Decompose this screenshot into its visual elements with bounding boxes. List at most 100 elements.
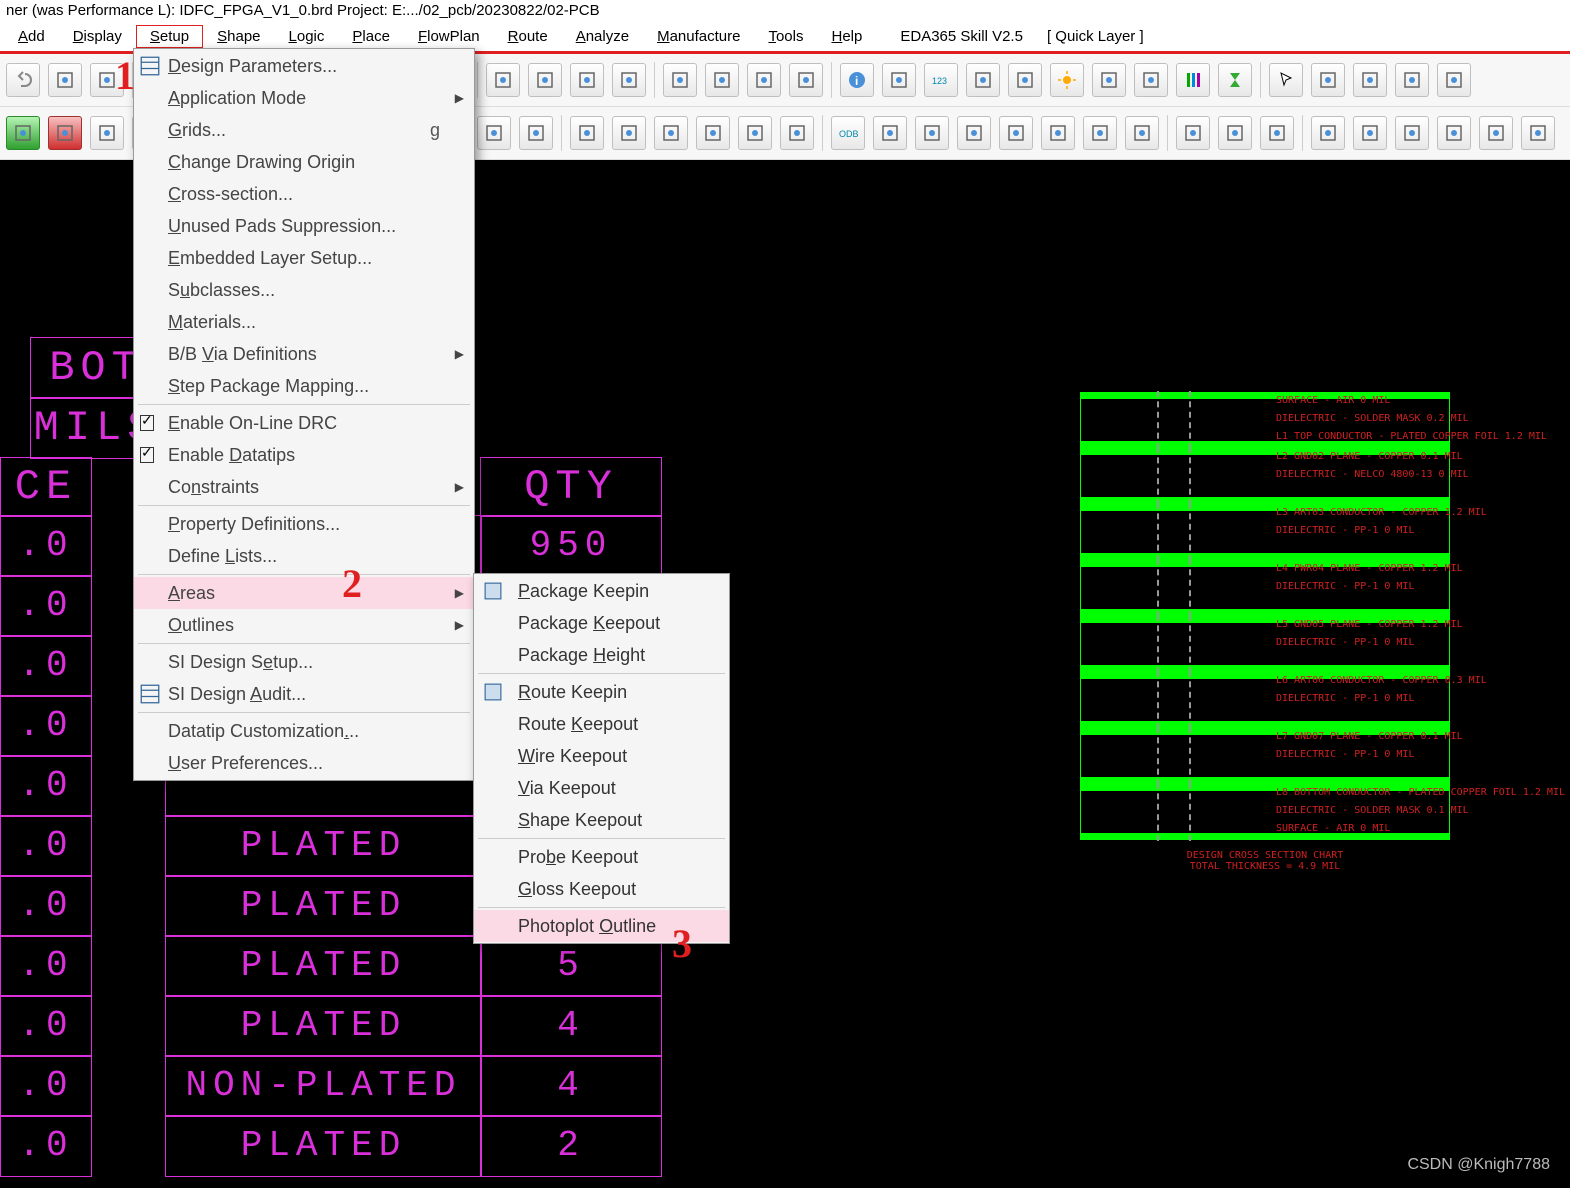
options-icon[interactable] (1041, 116, 1075, 150)
align-center-icon[interactable] (738, 116, 772, 150)
route-icon[interactable] (663, 63, 697, 97)
report-icon[interactable] (882, 63, 916, 97)
cross-icon[interactable] (1260, 116, 1294, 150)
toolbar-icon[interactable] (1311, 63, 1345, 97)
menu-item-enable-on-line-drc[interactable]: Enable On-Line DRC (134, 407, 474, 439)
menu-item-materials-[interactable]: Materials... (134, 306, 474, 338)
menu-flowplan[interactable]: FlowPlan (404, 25, 494, 48)
grid-icon[interactable] (486, 63, 520, 97)
bars-icon[interactable] (1176, 63, 1210, 97)
drill-icon[interactable] (915, 116, 949, 150)
submenu-item-package-height[interactable]: Package Height (474, 639, 729, 671)
menu-item-embedded-layer-setup-[interactable]: Embedded Layer Setup... (134, 242, 474, 274)
sun-icon[interactable] (1050, 63, 1084, 97)
shape-icon[interactable] (519, 116, 553, 150)
unplaced-icon[interactable] (48, 116, 82, 150)
menu-extra-quicklayer[interactable]: [ Quick Layer ] (1047, 28, 1144, 45)
submenu-item-package-keepin[interactable]: Package Keepin (474, 575, 729, 607)
submenu-item-package-keepout[interactable]: Package Keepout (474, 607, 729, 639)
menu-manufacture[interactable]: Manufacture (643, 25, 754, 48)
menu-shape[interactable]: Shape (203, 25, 274, 48)
undo-icon[interactable] (6, 63, 40, 97)
menu-tools[interactable]: Tools (754, 25, 817, 48)
align-left-icon[interactable] (696, 116, 730, 150)
drc-icon[interactable] (789, 63, 823, 97)
compare-icon[interactable] (1125, 116, 1159, 150)
book-icon[interactable] (1395, 116, 1429, 150)
note-icon[interactable] (1353, 116, 1387, 150)
menu-analyze[interactable]: Analyze (562, 25, 643, 48)
menu-item-unused-pads-suppression-[interactable]: Unused Pads Suppression... (134, 210, 474, 242)
color-icon[interactable] (570, 63, 604, 97)
measure-icon[interactable]: 123 (924, 63, 958, 97)
menu-item-b-b-via-definitions[interactable]: B/B Via Definitions▶ (134, 338, 474, 370)
rat-icon[interactable] (1134, 63, 1168, 97)
menu-item-change-drawing-origin[interactable]: Change Drawing Origin (134, 146, 474, 178)
menu-logic[interactable]: Logic (275, 25, 339, 48)
ring-icon[interactable] (1218, 116, 1252, 150)
align-bot-icon[interactable] (654, 116, 688, 150)
menu-item-step-package-mapping-[interactable]: Step Package Mapping... (134, 370, 474, 402)
module-icon[interactable] (90, 116, 124, 150)
dfa-icon[interactable] (747, 63, 781, 97)
menu-item-si-design-audit-[interactable]: SI Design Audit... (134, 678, 474, 710)
highlight-icon[interactable] (1008, 63, 1042, 97)
menu-item-constraints[interactable]: Constraints▶ (134, 471, 474, 503)
menu-item-outlines[interactable]: Outlines▶ (134, 609, 474, 641)
menu-item-areas[interactable]: Areas▶ (134, 577, 474, 609)
toolbar-icon[interactable] (1353, 63, 1387, 97)
align-top-icon[interactable] (570, 116, 604, 150)
submenu-item-gloss-keepout[interactable]: Gloss Keepout (474, 873, 729, 905)
menu-item-cross-section-[interactable]: Cross-section... (134, 178, 474, 210)
menu-item-define-lists-[interactable]: Define Lists... (134, 540, 474, 572)
sun2-icon[interactable] (1092, 63, 1126, 97)
wrench-icon[interactable] (1521, 116, 1555, 150)
odb-icon[interactable]: ODB (831, 116, 865, 150)
align-mid-icon[interactable] (612, 116, 646, 150)
submenu-item-photoplot-outline[interactable]: Photoplot Outline (474, 910, 729, 942)
gerber-icon[interactable] (957, 116, 991, 150)
camera-icon[interactable] (999, 116, 1033, 150)
menu-item-application-mode[interactable]: Application Mode▶ (134, 82, 474, 114)
submenu-item-probe-keepout[interactable]: Probe Keepout (474, 841, 729, 873)
sun3-icon[interactable] (1176, 116, 1210, 150)
cm-icon[interactable] (705, 63, 739, 97)
v1v2-icon[interactable] (1083, 116, 1117, 150)
zoom-fit-icon[interactable] (90, 63, 124, 97)
menu-item-si-design-setup-[interactable]: SI Design Setup... (134, 646, 474, 678)
hourglass-icon[interactable] (1218, 63, 1252, 97)
ruler-icon[interactable] (966, 63, 1000, 97)
menu-help[interactable]: Help (817, 25, 876, 48)
menu-item-enable-datatips[interactable]: Enable Datatips (134, 439, 474, 471)
redo-icon[interactable] (48, 63, 82, 97)
cline-icon[interactable] (477, 116, 511, 150)
menu-item-design-parameters-[interactable]: Design Parameters... (134, 50, 474, 82)
trash-icon[interactable] (1437, 116, 1471, 150)
submenu-item-wire-keepout[interactable]: Wire Keepout (474, 740, 729, 772)
menu-item-datatip-customization-[interactable]: Datatip Customization... (134, 715, 474, 747)
layers-icon[interactable] (528, 63, 562, 97)
artwork-icon[interactable] (873, 116, 907, 150)
shadow-icon[interactable] (612, 63, 646, 97)
submenu-item-shape-keepout[interactable]: Shape Keepout (474, 804, 729, 836)
submenu-item-via-keepout[interactable]: Via Keepout (474, 772, 729, 804)
menu-display[interactable]: Display (59, 25, 136, 48)
toolbar-icon[interactable] (1395, 63, 1429, 97)
info-icon[interactable]: i (840, 63, 874, 97)
menu-item-grids-[interactable]: Grids...g (134, 114, 474, 146)
menu-setup[interactable]: Setup (136, 25, 203, 48)
menu-extra-skill[interactable]: EDA365 Skill V2.5 (900, 28, 1023, 45)
wave-icon[interactable] (1311, 116, 1345, 150)
placed-icon[interactable] (6, 116, 40, 150)
menu-item-user-preferences-[interactable]: User Preferences... (134, 747, 474, 779)
align-right-icon[interactable] (780, 116, 814, 150)
menu-route[interactable]: Route (494, 25, 562, 48)
menu-item-subclasses-[interactable]: Subclasses... (134, 274, 474, 306)
submenu-item-route-keepin[interactable]: Route Keepin (474, 676, 729, 708)
eraser-icon[interactable] (1479, 116, 1513, 150)
menu-add[interactable]: Add (4, 25, 59, 48)
cursor-icon[interactable] (1269, 63, 1303, 97)
submenu-item-route-keepout[interactable]: Route Keepout (474, 708, 729, 740)
toolbar-icon[interactable] (1437, 63, 1471, 97)
menu-place[interactable]: Place (338, 25, 404, 48)
